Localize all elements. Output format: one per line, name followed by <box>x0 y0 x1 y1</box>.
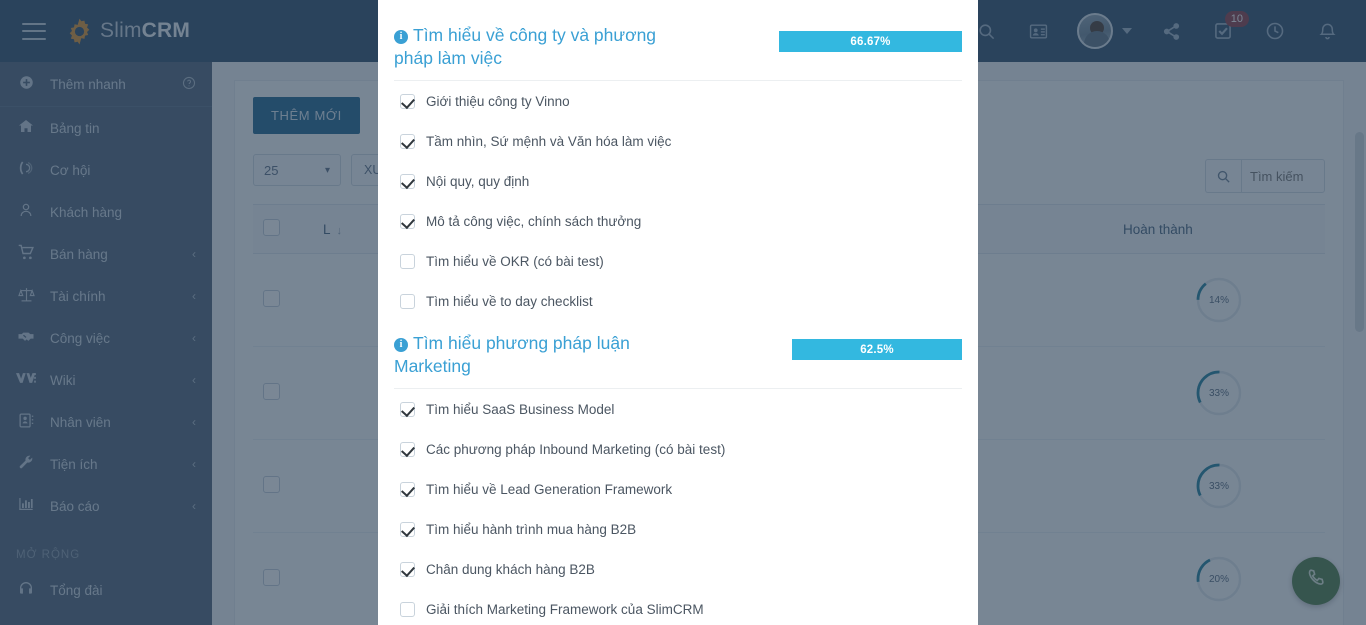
checklist-item[interactable]: Các phương pháp Inbound Marketing (có bà… <box>394 429 962 469</box>
progress-bar: 62.5% <box>792 339 962 361</box>
checkbox-unchecked-icon[interactable] <box>400 293 415 309</box>
section-progress-wrap: 62.5% <box>792 332 962 361</box>
checkbox-checked-icon[interactable] <box>400 401 415 417</box>
checklist-item-label: Tầm nhìn, Sứ mệnh và Văn hóa làm việc <box>426 133 672 149</box>
checklist-modal: i Tìm hiểu về công ty và phương pháp làm … <box>378 0 978 625</box>
checklist-item[interactable]: Tìm hiểu về to day checklist <box>394 281 962 321</box>
checklist-item-label: Tìm hiểu về OKR (có bài test) <box>426 253 604 269</box>
checklist-item-label: Mô tả công việc, chính sách thưởng <box>426 213 642 229</box>
checklist-item-label: Tìm hiểu về Lead Generation Framework <box>426 481 673 497</box>
checkbox-checked-icon[interactable] <box>400 521 415 537</box>
section-title: i Tìm hiểu về công ty và phương pháp làm … <box>394 24 694 70</box>
checklist-item[interactable]: Tìm hiểu hành trình mua hàng B2B <box>394 509 962 549</box>
checklist-item-label: Tìm hiểu về to day checklist <box>426 293 593 309</box>
checkbox-checked-icon[interactable] <box>400 213 415 229</box>
checklist-item-label: Các phương pháp Inbound Marketing (có bà… <box>426 441 726 457</box>
checklist-item-label: Giới thiệu công ty Vinno <box>426 93 570 109</box>
checklist-section-header: i Tìm hiểu về công ty và phương pháp làm … <box>394 13 962 82</box>
checklist-items: Tìm hiểu SaaS Business Model Các phương … <box>394 389 962 625</box>
checklist-item-label: Tìm hiểu hành trình mua hàng B2B <box>426 521 637 537</box>
checkbox-checked-icon[interactable] <box>400 173 415 189</box>
modal-body: i Tìm hiểu về công ty và phương pháp làm … <box>378 0 978 625</box>
info-icon: i <box>394 30 408 44</box>
section-title: i Tìm hiểu phương pháp luận Marketing <box>394 332 694 378</box>
checkbox-checked-icon[interactable] <box>400 93 415 109</box>
checklist-item[interactable]: Giới thiệu công ty Vinno <box>394 81 962 121</box>
checklist-item[interactable]: Tìm hiểu SaaS Business Model <box>394 389 962 429</box>
checklist-item[interactable]: Mô tả công việc, chính sách thưởng <box>394 201 962 241</box>
progress-bar: 66.67% <box>779 31 962 52</box>
checkbox-checked-icon[interactable] <box>400 133 415 149</box>
checklist-item-label: Chân dung khách hàng B2B <box>426 561 595 577</box>
checklist-item[interactable]: Tầm nhìn, Sứ mệnh và Văn hóa làm việc <box>394 121 962 161</box>
checklist-items: Giới thiệu công ty Vinno Tầm nhìn, Sứ mệ… <box>394 81 962 321</box>
checklist-item[interactable]: Giải thích Marketing Framework của SlimC… <box>394 589 962 625</box>
checkbox-checked-icon[interactable] <box>400 441 415 457</box>
checkbox-checked-icon[interactable] <box>400 481 415 497</box>
checklist-item[interactable]: Chân dung khách hàng B2B <box>394 549 962 589</box>
checklist-item-label: Giải thích Marketing Framework của SlimC… <box>426 601 704 617</box>
checklist-section-header: i Tìm hiểu phương pháp luận Marketing 62.… <box>394 321 962 390</box>
checkbox-unchecked-icon[interactable] <box>400 253 415 269</box>
section-progress-wrap: 66.67% <box>779 24 962 52</box>
info-icon: i <box>394 338 408 353</box>
modal-clipped-heading <box>394 0 962 13</box>
checklist-item-label: Nội quy, quy định <box>426 173 530 189</box>
checklist-item[interactable]: Tìm hiểu về OKR (có bài test) <box>394 241 962 281</box>
checkbox-unchecked-icon[interactable] <box>400 601 415 617</box>
checklist-item-label: Tìm hiểu SaaS Business Model <box>426 401 615 417</box>
checklist-item[interactable]: Nội quy, quy định <box>394 161 962 201</box>
section-title-text: Tìm hiểu về công ty và phương pháp làm v… <box>394 25 657 69</box>
checkbox-checked-icon[interactable] <box>400 561 415 577</box>
checklist-item[interactable]: Tìm hiểu về Lead Generation Framework <box>394 469 962 509</box>
section-title-text: Tìm hiểu phương pháp luận Marketing <box>394 333 630 377</box>
